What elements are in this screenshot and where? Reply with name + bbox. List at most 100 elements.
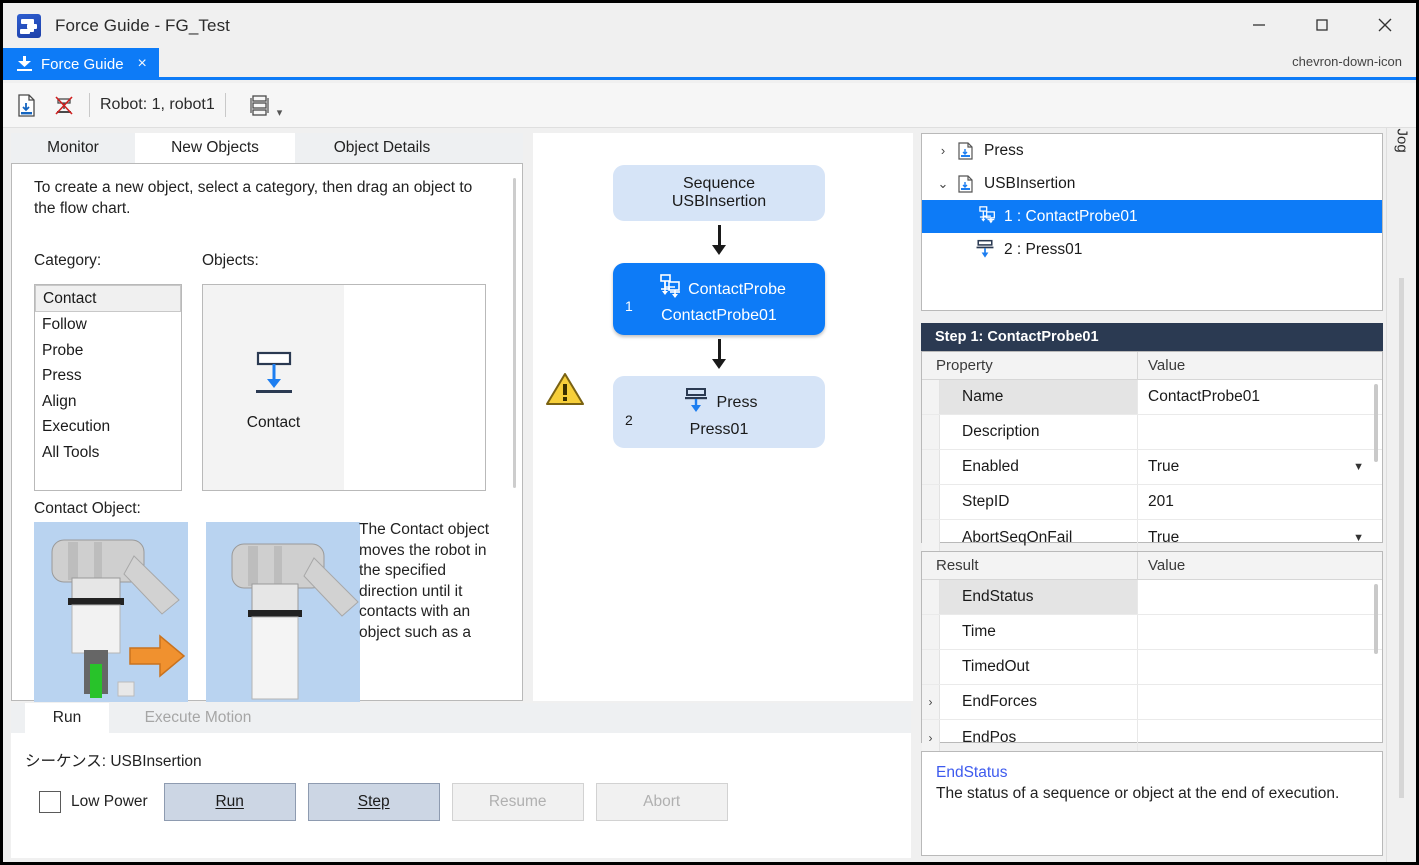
result-row-endpos-label: EndPos [940, 720, 1138, 755]
force-guide-window: Force Guide - FG_Test Force Guide × chev… [0, 0, 1419, 865]
tab-monitor[interactable]: Monitor [11, 133, 135, 163]
close-icon[interactable] [1353, 3, 1416, 47]
flow-node-2-name: Press01 [690, 421, 749, 439]
app-icon [17, 14, 41, 38]
jog-strip[interactable]: Jog [1386, 128, 1416, 863]
result-row-time[interactable]: Time [922, 615, 1382, 650]
new-object-hint: To create a new object, select a categor… [34, 178, 486, 220]
property-row-name-value[interactable]: ContactProbe01 [1138, 380, 1382, 414]
tree-item-usbinsertion[interactable]: ⌄ USBInsertion [922, 167, 1382, 200]
toolbar: Robot: 1, robot1 ▾ [3, 83, 1416, 128]
result-row-timedout[interactable]: TimedOut [922, 650, 1382, 685]
jog-scrollbar[interactable] [1399, 278, 1404, 798]
chevron-right-icon[interactable]: › [930, 143, 956, 158]
category-item-execution[interactable]: Execution [35, 414, 181, 440]
objects-label: Objects: [202, 252, 259, 270]
category-item-all-tools[interactable]: All Tools [35, 440, 181, 466]
property-row-description[interactable]: Description [922, 415, 1382, 450]
tree-item-press01[interactable]: 2 : Press01 [922, 233, 1382, 266]
result-row-endforces-value [1138, 685, 1382, 719]
flow-node-press[interactable]: 2 Press Press01 [613, 376, 825, 448]
object-item-contact[interactable]: Contact [203, 285, 344, 490]
category-item-align[interactable]: Align [35, 389, 181, 415]
tree-item-press[interactable]: › Press [922, 134, 1382, 167]
warning-triangle-icon[interactable] [545, 371, 583, 405]
robot-selector-label[interactable]: Robot: 1, robot1 [100, 96, 215, 114]
property-row-stepid-value[interactable]: 201 [1138, 485, 1382, 519]
result-row-endstatus-label: EndStatus [940, 580, 1138, 614]
row-gutter [922, 650, 940, 684]
result-grid[interactable]: Result Value EndStatus Time TimedOut › E… [921, 551, 1383, 743]
contact-object-illustrations: The Contact object moves the robot in th… [34, 522, 486, 702]
left-panel-scrollbar[interactable] [513, 178, 516, 488]
category-item-follow[interactable]: Follow [35, 312, 181, 338]
expand-endpos-icon[interactable]: › [922, 720, 940, 755]
low-power-checkbox[interactable] [39, 791, 61, 813]
tab-execute-motion-label: Execute Motion [145, 709, 252, 727]
category-list[interactable]: Contact Follow Probe Press Align Executi… [34, 284, 182, 491]
property-row-description-value[interactable] [1138, 415, 1382, 449]
tab-force-guide-label: Force Guide [41, 56, 124, 73]
tab-object-details-label: Object Details [334, 139, 430, 157]
result-grid-scrollbar[interactable] [1374, 584, 1378, 654]
minimize-icon[interactable] [1227, 3, 1290, 47]
property-row-description-label: Description [940, 415, 1138, 449]
property-grid-scrollbar[interactable] [1374, 384, 1378, 462]
run-button[interactable]: Run [164, 783, 296, 821]
result-row-endstatus[interactable]: EndStatus [922, 580, 1382, 615]
tree-item-press-label: Press [984, 142, 1024, 160]
category-label: Category: [34, 252, 101, 270]
tab-close-icon[interactable]: × [138, 55, 147, 73]
result-row-time-label: Time [940, 615, 1138, 649]
flow-connector-1 [718, 225, 721, 247]
result-row-endforces[interactable]: › EndForces [922, 685, 1382, 720]
tab-object-details[interactable]: Object Details [295, 133, 469, 163]
run-panel: Run Execute Motion シーケンス: USBInsertion L… [11, 703, 911, 858]
property-row-enabled[interactable]: Enabled True ▼ [922, 450, 1382, 485]
chevron-down-icon[interactable]: ⌄ [930, 176, 956, 192]
dropdown-caret-icon[interactable]: ▼ [1353, 461, 1364, 473]
property-row-enabled-value[interactable]: True ▼ [1138, 450, 1382, 484]
flow-arrowhead-2 [712, 359, 726, 369]
property-row-abortseqonfail-value[interactable]: True ▼ [1138, 520, 1382, 555]
flowchart-layout-icon[interactable] [244, 90, 274, 120]
help-title: EndStatus [936, 764, 1368, 782]
objects-list[interactable]: Contact [202, 284, 486, 491]
property-grid[interactable]: Property Value Name ContactProbe01 Descr… [921, 351, 1383, 543]
category-item-contact[interactable]: Contact [35, 285, 181, 312]
step-button[interactable]: Step [308, 783, 440, 821]
maximize-icon[interactable] [1290, 3, 1353, 47]
row-gutter [922, 380, 940, 414]
tab-run-label: Run [53, 709, 81, 727]
window-controls [1227, 3, 1416, 47]
flow-start-line1: Sequence [683, 175, 755, 193]
flow-node-2-number: 2 [625, 412, 633, 428]
tab-monitor-label: Monitor [47, 139, 99, 157]
property-row-abortseqonfail[interactable]: AbortSeqOnFail True ▼ [922, 520, 1382, 555]
tree-item-contactprobe01[interactable]: 1 : ContactProbe01 [922, 200, 1382, 233]
save-document-icon[interactable] [11, 90, 41, 120]
left-panel-tabs: Monitor New Objects Object Details [11, 133, 523, 163]
flow-arrowhead-1 [712, 245, 726, 255]
flow-node-contactprobe[interactable]: 1 ContactProbe [613, 263, 825, 335]
sequence-file-icon [956, 141, 976, 161]
import-icon [17, 56, 33, 72]
object-item-contact-label: Contact [247, 414, 300, 432]
tab-force-guide[interactable]: Force Guide × [3, 48, 159, 80]
row-gutter [922, 450, 940, 484]
row-gutter [922, 415, 940, 449]
flow-start-node[interactable]: Sequence USBInsertion [613, 165, 825, 221]
dropdown-caret-icon-2[interactable]: ▼ [1353, 532, 1364, 544]
tab-new-objects[interactable]: New Objects [135, 133, 295, 163]
chevron-down-icon[interactable]: chevron-down-icon [1292, 54, 1402, 69]
category-item-press[interactable]: Press [35, 363, 181, 389]
tab-run[interactable]: Run [25, 703, 109, 733]
sequence-tree[interactable]: › Press ⌄ USBInsertion [921, 133, 1383, 311]
property-row-stepid[interactable]: StepID 201 [922, 485, 1382, 520]
expand-endforces-icon[interactable]: › [922, 685, 940, 719]
clear-disabled-icon[interactable] [49, 90, 79, 120]
property-row-name[interactable]: Name ContactProbe01 [922, 380, 1382, 415]
category-item-probe[interactable]: Probe [35, 338, 181, 364]
toolbar-overflow-caret[interactable]: ▾ [277, 106, 283, 119]
result-row-endpos[interactable]: › EndPos [922, 720, 1382, 755]
